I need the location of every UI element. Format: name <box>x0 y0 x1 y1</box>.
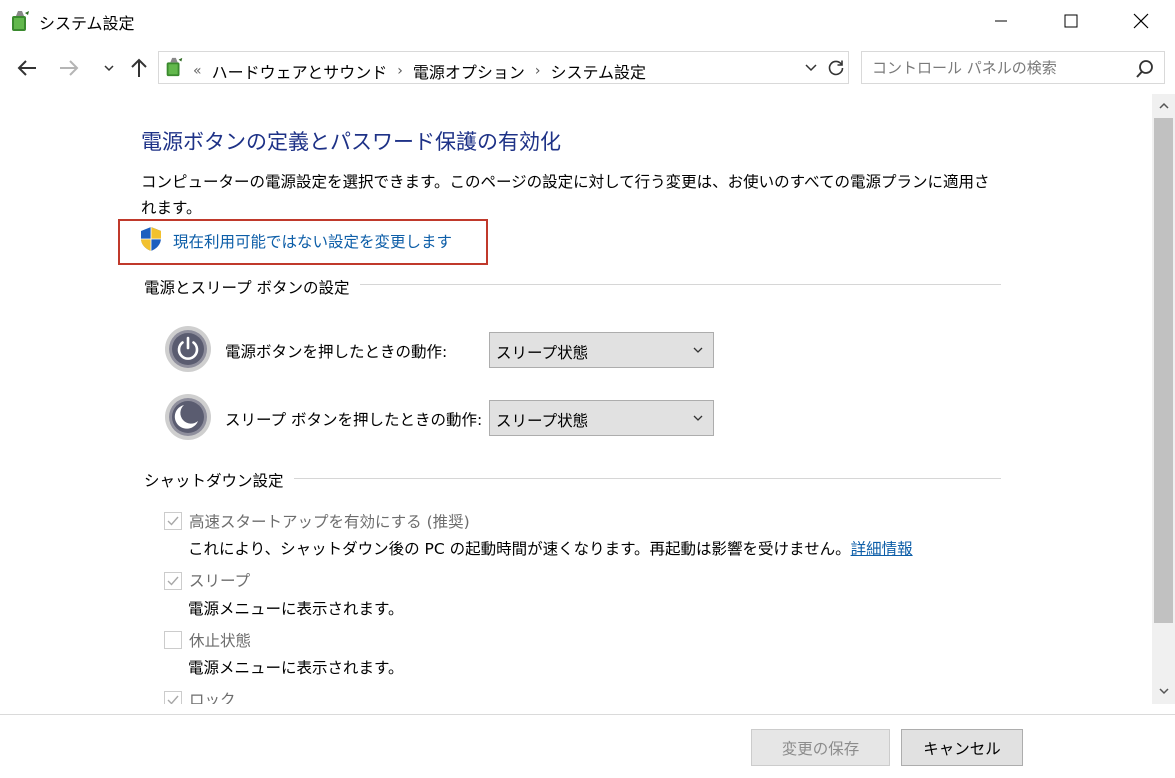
breadcrumb-separator[interactable]: › <box>397 63 403 79</box>
forward-button[interactable] <box>55 54 83 82</box>
fast-startup-description: これにより、シャットダウン後の PC の起動時間が速くなります。再起動は影響を受… <box>188 537 913 559</box>
close-icon <box>1133 13 1149 29</box>
lock-checkbox[interactable] <box>164 691 182 704</box>
window-title: システム設定 <box>39 14 135 33</box>
footer-divider <box>0 714 1175 715</box>
main-content: 電源ボタンの定義とパスワード保護の有効化 コンピューターの電源設定を選択できます… <box>0 94 1150 704</box>
maximize-button[interactable] <box>1048 0 1094 42</box>
arrow-right-icon <box>60 60 79 76</box>
search-input[interactable] <box>870 57 1124 79</box>
chevron-up-icon <box>1158 102 1169 109</box>
power-buttons-group-heading: 電源とスリープ ボタンの設定 <box>144 276 360 298</box>
shutdown-settings-group-heading: シャットダウン設定 <box>144 469 294 491</box>
fast-startup-description-text: これにより、シャットダウン後の PC の起動時間が速くなります。再起動は影響を受… <box>188 540 851 558</box>
breadcrumb-item-power-options[interactable]: 電源オプション <box>413 59 525 83</box>
breadcrumb-item-system-settings[interactable]: システム設定 <box>551 59 647 83</box>
chevron-down-icon <box>104 65 114 72</box>
chevron-down-icon <box>693 415 703 421</box>
sleep-button-action-select[interactable]: スリープ状態 <box>489 400 714 436</box>
hibernate-label: 休止状態 <box>189 632 252 650</box>
fast-startup-checkbox[interactable] <box>164 512 182 530</box>
power-button-action-value: スリープ状態 <box>496 344 589 362</box>
lock-label: ロック <box>189 691 236 704</box>
power-button-action-label: 電源ボタンを押したときの動作: <box>225 343 448 361</box>
sleep-button-action-label: スリープ ボタンを押したときの動作: <box>225 411 483 429</box>
title-bar: システム設定 <box>0 0 1175 42</box>
scroll-up-button[interactable] <box>1152 94 1175 118</box>
vertical-scrollbar[interactable] <box>1152 94 1175 704</box>
uac-shield-icon <box>141 227 161 251</box>
page-description: コンピューターの電源設定を選択できます。このページの設定に対して行う変更は、お使… <box>141 173 990 217</box>
hibernate-description: 電源メニューに表示されます。 <box>188 659 404 677</box>
checkmark-icon <box>167 516 179 526</box>
back-button[interactable] <box>13 54 41 82</box>
hibernate-checkbox[interactable] <box>164 631 182 649</box>
more-info-link[interactable]: 詳細情報 <box>851 540 913 558</box>
cancel-button[interactable]: キャンセル <box>901 729 1023 766</box>
breadcrumb: « ハードウェアとサウンド › 電源オプション › システム設定 <box>193 59 646 83</box>
sleep-button-action-value: スリープ状態 <box>496 412 589 430</box>
up-button[interactable] <box>125 54 153 82</box>
fast-startup-label: 高速スタートアップを有効にする (推奨) <box>189 513 470 531</box>
power-button-icon <box>165 326 211 372</box>
arrow-left-icon <box>17 60 36 76</box>
sleep-label: スリープ <box>189 572 251 590</box>
search-icon[interactable] <box>1134 58 1156 80</box>
close-button[interactable] <box>1118 0 1164 42</box>
change-unavailable-settings-link[interactable]: 現在利用可能ではない設定を変更します <box>173 230 452 252</box>
chevron-down-icon <box>693 347 703 353</box>
minimize-icon <box>995 20 1007 22</box>
breadcrumb-separator[interactable]: › <box>535 63 541 79</box>
scrollbar-thumb[interactable] <box>1154 118 1173 623</box>
address-history-button[interactable] <box>800 54 822 82</box>
power-options-icon <box>12 11 29 31</box>
breadcrumb-item-hardware-sound[interactable]: ハードウェアとサウンド <box>212 59 388 83</box>
sleep-button-icon <box>165 394 211 440</box>
chevron-down-icon <box>805 64 817 72</box>
breadcrumb-overflow[interactable]: « <box>193 63 202 79</box>
chevron-down-icon <box>1158 688 1169 695</box>
power-button-action-select[interactable]: スリープ状態 <box>489 332 714 368</box>
address-bar[interactable]: « ハードウェアとサウンド › 電源オプション › システム設定 <box>158 51 849 84</box>
search-box <box>861 51 1165 84</box>
scroll-down-button[interactable] <box>1152 679 1175 703</box>
maximize-icon <box>1064 14 1078 28</box>
checkmark-icon <box>167 695 179 704</box>
power-options-icon <box>166 57 183 77</box>
refresh-button[interactable] <box>824 54 848 82</box>
sleep-description: 電源メニューに表示されます。 <box>188 600 404 618</box>
checkmark-icon <box>167 576 179 586</box>
save-changes-button[interactable]: 変更の保存 <box>751 729 890 766</box>
arrow-up-icon <box>131 58 147 77</box>
sleep-checkbox[interactable] <box>164 572 182 590</box>
page-title: 電源ボタンの定義とパスワード保護の有効化 <box>141 130 561 154</box>
minimize-button[interactable] <box>978 0 1024 42</box>
refresh-icon <box>828 60 844 76</box>
recent-locations-button[interactable] <box>95 54 123 82</box>
